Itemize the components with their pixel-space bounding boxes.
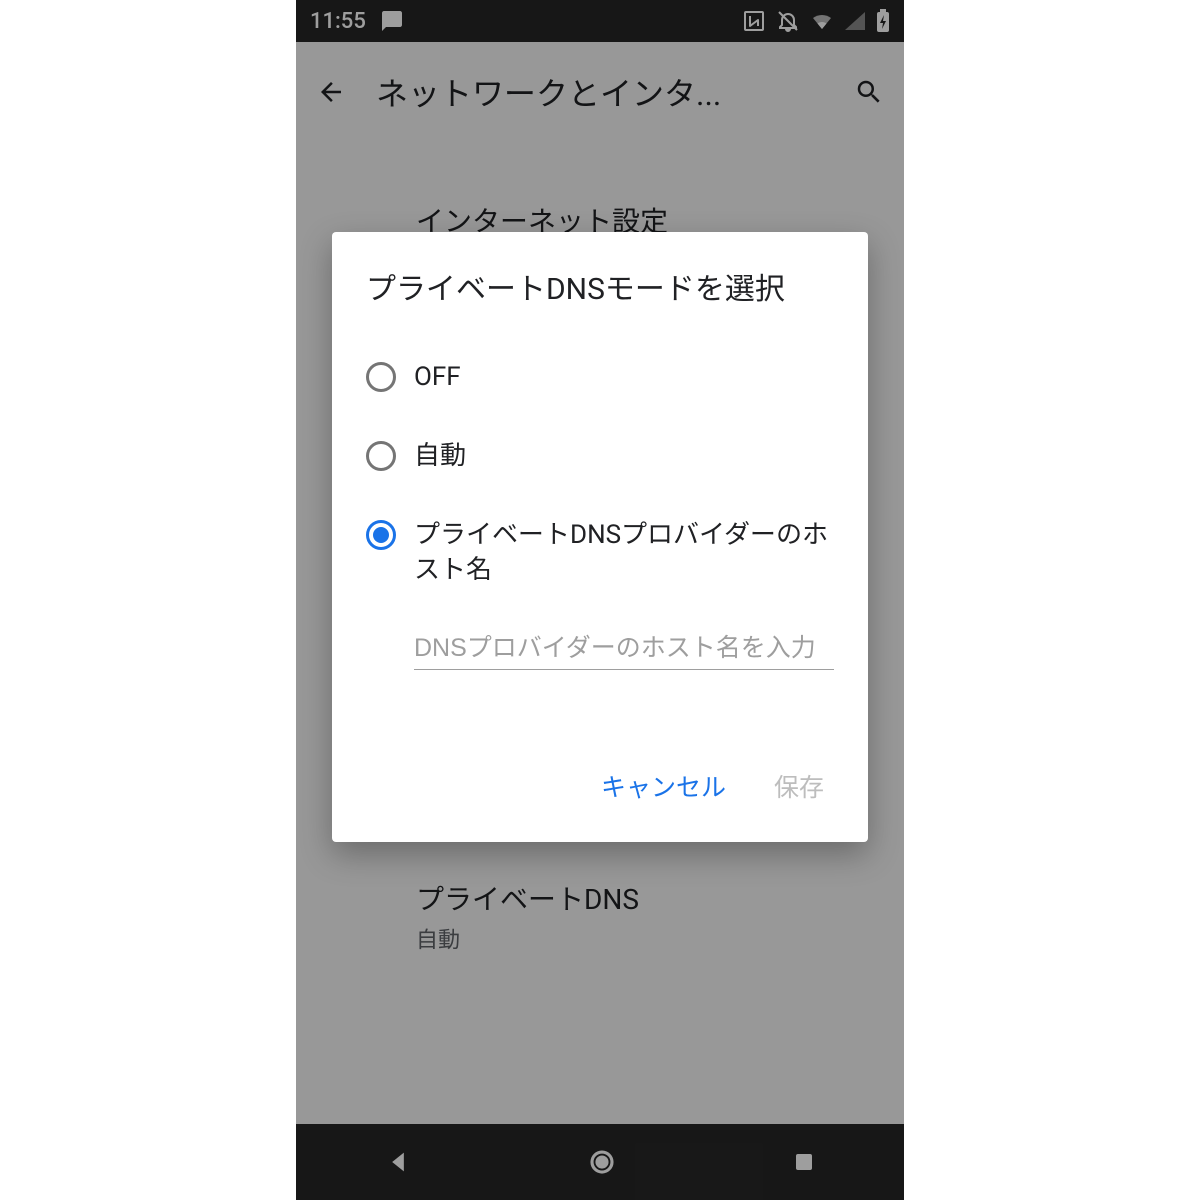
radio-label-hostname: プライベートDNSプロバイダーのホスト名 <box>414 518 834 588</box>
radio-option-hostname[interactable]: プライベートDNSプロバイダーのホスト名 <box>366 496 834 610</box>
phone-frame: 11:55 ネットワークとインタ... インターネット設定 設定しない プライベ… <box>296 0 904 1200</box>
dialog-actions: キャンセル 保存 <box>366 710 834 832</box>
private-dns-dialog: プライベートDNSモードを選択 OFF 自動 プライベートDNSプロバイダーのホ… <box>332 232 868 842</box>
dialog-title: プライベートDNSモードを選択 <box>366 264 834 308</box>
radio-label-off: OFF <box>414 360 461 395</box>
dns-hostname-input[interactable] <box>414 628 834 670</box>
save-button[interactable]: 保存 <box>770 760 828 812</box>
radio-icon-checked <box>366 520 396 550</box>
radio-option-auto[interactable]: 自動 <box>366 417 834 496</box>
radio-option-off[interactable]: OFF <box>366 338 834 417</box>
cancel-button[interactable]: キャンセル <box>597 760 730 812</box>
radio-label-auto: 自動 <box>414 439 466 474</box>
radio-icon <box>366 362 396 392</box>
radio-icon <box>366 441 396 471</box>
